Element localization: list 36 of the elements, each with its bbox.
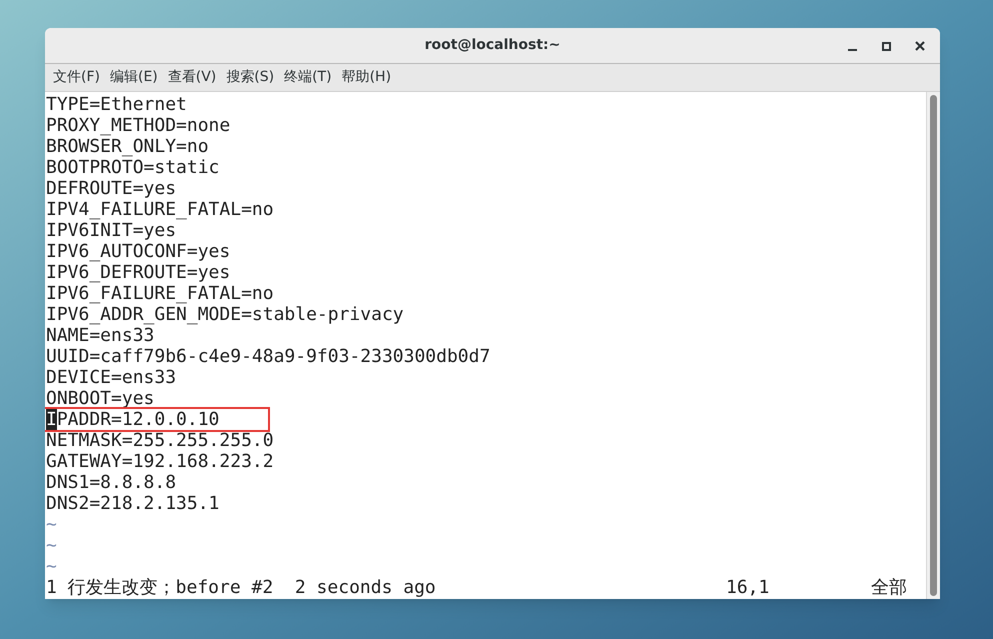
terminal-line: BROWSER_ONLY=no xyxy=(46,136,209,157)
terminal-line: IPV6_FAILURE_FATAL=no xyxy=(46,283,274,304)
terminal-line: TYPE=Ethernet xyxy=(46,94,187,115)
cursor-position: 16,1 xyxy=(726,577,770,598)
terminal-line: DEVICE=ens33 xyxy=(46,367,176,388)
terminal-line: DNS1=8.8.8.8 xyxy=(46,472,176,493)
terminal-line: PADDR=12.0.0.10 xyxy=(56,409,220,430)
menu-item[interactable]: 编辑(E) xyxy=(106,67,162,88)
cursor: I xyxy=(46,409,57,430)
terminal-line: PROXY_METHOD=none xyxy=(46,115,230,136)
scrollbar-thumb[interactable] xyxy=(930,95,937,596)
terminal-line: DNS2=218.2.135.1 xyxy=(46,493,220,514)
terminal-line: IPV6_ADDR_GEN_MODE=stable-privacy xyxy=(46,304,404,325)
terminal-line: BOOTPROTO=static xyxy=(46,157,220,178)
menu-item[interactable]: 帮助(H) xyxy=(338,67,396,88)
empty-line-marker: ~ xyxy=(46,535,57,556)
empty-line-marker: ~ xyxy=(46,556,57,577)
menu-item[interactable]: 查看(V) xyxy=(164,67,220,88)
status-message: 1 行发生改变；before #2 2 seconds ago xyxy=(46,577,437,598)
terminal-line: IPV6_DEFROUTE=yes xyxy=(46,262,230,283)
menu-item[interactable]: 终端(T) xyxy=(280,67,336,88)
menu-item[interactable]: 搜索(S) xyxy=(222,67,278,88)
terminal-line: IPV6INIT=yes xyxy=(46,220,176,241)
close-icon xyxy=(915,41,925,51)
terminal-line: NAME=ens33 xyxy=(46,325,154,346)
terminal-line: UUID=caff79b6-c4e9-48a9-9f03-2330300db0d7 xyxy=(46,346,490,367)
scroll-position: 全部 xyxy=(871,577,907,598)
terminal-line: DEFROUTE=yes xyxy=(46,178,176,199)
terminal-line: IPV4_FAILURE_FATAL=no xyxy=(46,199,274,220)
window-title: root@localhost:~ xyxy=(424,36,560,55)
empty-line-marker: ~ xyxy=(46,514,57,535)
terminal-line: IPV6_AUTOCONF=yes xyxy=(46,241,230,262)
terminal-line: ONBOOT=yes xyxy=(46,388,154,409)
terminal-line: NETMASK=255.255.255.0 xyxy=(46,430,274,451)
terminal-line: GATEWAY=192.168.223.2 xyxy=(46,451,274,472)
menu-item[interactable]: 文件(F) xyxy=(49,67,104,88)
